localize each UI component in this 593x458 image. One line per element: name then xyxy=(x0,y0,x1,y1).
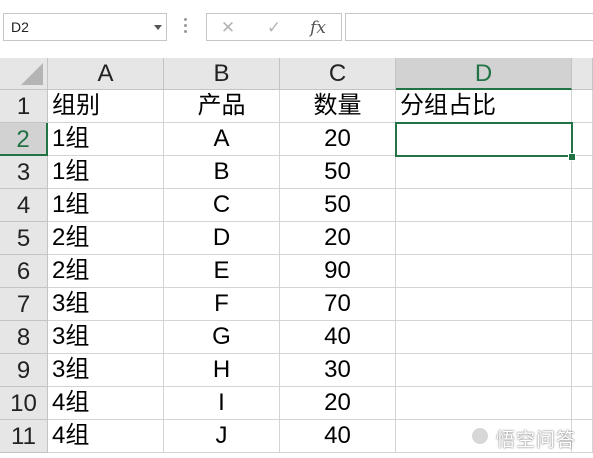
cell-c11[interactable]: 40 xyxy=(280,420,396,453)
cell-c6[interactable]: 90 xyxy=(280,255,396,288)
column-header-next[interactable] xyxy=(572,58,593,90)
cell-a6[interactable]: 2组 xyxy=(48,255,164,288)
cell-a7[interactable]: 3组 xyxy=(48,288,164,321)
cell-c10[interactable]: 20 xyxy=(280,387,396,420)
cell-c9[interactable]: 30 xyxy=(280,354,396,387)
cancel-icon[interactable]: ✕ xyxy=(217,18,239,38)
cell-b4[interactable]: C xyxy=(164,189,280,222)
cell-b9[interactable]: H xyxy=(164,354,280,387)
name-box[interactable]: D2 xyxy=(3,13,167,41)
cell-a1[interactable]: 组别 xyxy=(48,90,164,123)
row-header-7[interactable]: 7 xyxy=(0,288,48,321)
name-box-value: D2 xyxy=(11,19,29,35)
cell-a2[interactable]: 1组 xyxy=(48,123,164,156)
cell-e2[interactable] xyxy=(572,123,593,156)
select-all-corner[interactable] xyxy=(0,58,48,90)
cell-b6[interactable]: E xyxy=(164,255,280,288)
cell-a5[interactable]: 2组 xyxy=(48,222,164,255)
row-header-9[interactable]: 9 xyxy=(0,354,48,387)
cell-b2[interactable]: A xyxy=(164,123,280,156)
row-header-3[interactable]: 3 xyxy=(0,156,48,189)
row-header-5[interactable]: 5 xyxy=(0,222,48,255)
cell-e4[interactable] xyxy=(572,189,593,222)
row-header-11[interactable]: 11 xyxy=(0,420,48,453)
row-header-1[interactable]: 1 xyxy=(0,90,48,123)
cell-a4[interactable]: 1组 xyxy=(48,189,164,222)
cell-a10[interactable]: 4组 xyxy=(48,387,164,420)
row-header-4[interactable]: 4 xyxy=(0,189,48,222)
formula-buttons: ✕ ✓ fx xyxy=(206,13,342,41)
row-header-6[interactable]: 6 xyxy=(0,255,48,288)
formula-input[interactable] xyxy=(345,13,593,41)
enter-icon[interactable]: ✓ xyxy=(263,18,285,38)
cell-d10[interactable] xyxy=(396,387,572,420)
cell-d7[interactable] xyxy=(396,288,572,321)
formula-bar: D2 ✕ ✓ fx xyxy=(0,0,593,58)
chevron-down-icon[interactable] xyxy=(154,25,162,30)
spreadsheet-grid: A B C D 1 组别 产品 数量 分组占比 2 1组 A 20 3 1组 B 50 4 1组 C 50 5 2组 D 20 6… xyxy=(0,58,593,458)
row-header-8[interactable]: 8 xyxy=(0,321,48,354)
cell-b11[interactable]: J xyxy=(164,420,280,453)
insert-function-icon[interactable]: fx xyxy=(307,18,329,38)
cell-d5[interactable] xyxy=(396,222,572,255)
wukong-logo-icon xyxy=(470,426,490,446)
row-header-10[interactable]: 10 xyxy=(0,387,48,420)
more-vertical-icon[interactable] xyxy=(184,18,188,36)
cell-e5[interactable] xyxy=(572,222,593,255)
column-header-b[interactable]: B xyxy=(164,58,280,90)
fill-handle[interactable] xyxy=(568,153,576,161)
row-header-2[interactable]: 2 xyxy=(0,123,48,156)
cell-c7[interactable]: 70 xyxy=(280,288,396,321)
selected-cell-border xyxy=(395,122,573,157)
cell-b10[interactable]: I xyxy=(164,387,280,420)
cell-d6[interactable] xyxy=(396,255,572,288)
cell-e10[interactable] xyxy=(572,387,593,420)
cell-a8[interactable]: 3组 xyxy=(48,321,164,354)
cell-a11[interactable]: 4组 xyxy=(48,420,164,453)
select-all-icon xyxy=(21,63,43,85)
cell-c3[interactable]: 50 xyxy=(280,156,396,189)
cell-b7[interactable]: F xyxy=(164,288,280,321)
cell-e9[interactable] xyxy=(572,354,593,387)
cell-d3[interactable] xyxy=(396,156,572,189)
cell-e6[interactable] xyxy=(572,255,593,288)
cell-b1[interactable]: 产品 xyxy=(164,90,280,123)
cell-d4[interactable] xyxy=(396,189,572,222)
column-header-a[interactable]: A xyxy=(48,58,164,90)
cell-d1[interactable]: 分组占比 xyxy=(396,90,572,123)
cell-b8[interactable]: G xyxy=(164,321,280,354)
cell-c5[interactable]: 20 xyxy=(280,222,396,255)
cell-d8[interactable] xyxy=(396,321,572,354)
cell-c8[interactable]: 40 xyxy=(280,321,396,354)
cell-a3[interactable]: 1组 xyxy=(48,156,164,189)
cell-e1[interactable] xyxy=(572,90,593,123)
cell-d9[interactable] xyxy=(396,354,572,387)
cell-c1[interactable]: 数量 xyxy=(280,90,396,123)
watermark: 悟空问答 xyxy=(470,424,588,451)
cell-e8[interactable] xyxy=(572,321,593,354)
cell-e7[interactable] xyxy=(572,288,593,321)
column-header-d[interactable]: D xyxy=(396,58,572,90)
watermark-text: 悟空问答 xyxy=(496,429,577,451)
column-header-c[interactable]: C xyxy=(280,58,396,90)
cell-c4[interactable]: 50 xyxy=(280,189,396,222)
cell-b3[interactable]: B xyxy=(164,156,280,189)
cell-b5[interactable]: D xyxy=(164,222,280,255)
cell-a9[interactable]: 3组 xyxy=(48,354,164,387)
cell-c2[interactable]: 20 xyxy=(280,123,396,156)
